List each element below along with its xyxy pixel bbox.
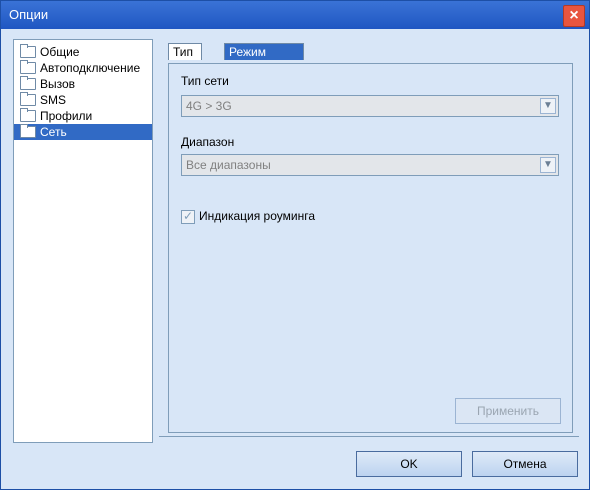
folder-icon [20,108,36,122]
divider [159,436,579,437]
sidebar-item-network[interactable]: Сеть [14,124,152,140]
range-select[interactable]: Все диапазоны ▼ [181,154,559,176]
titlebar: Опции × [1,1,589,29]
network-type-value: 4G > 3G [186,99,232,113]
range-label: Диапазон [181,135,235,149]
sidebar-item-label: Профили [40,109,93,123]
sidebar-tree: Общие Автоподключение Вызов SMS Профили … [13,39,153,443]
window-title: Опции [9,7,49,22]
options-dialog: Опции × Общие Автоподключение Вызов SMS [0,0,590,490]
chevron-down-icon[interactable]: ▼ [540,157,556,173]
sidebar-item-label: Общие [40,45,80,59]
network-type-select[interactable]: 4G > 3G ▼ [181,95,559,117]
sidebar-item-autoconnect[interactable]: Автоподключение [14,60,152,76]
sidebar-item-label: Вызов [40,77,76,91]
apply-button[interactable]: Применить [455,398,561,424]
cancel-button[interactable]: Отмена [472,451,578,477]
chevron-down-icon[interactable]: ▼ [540,98,556,114]
sidebar-item-general[interactable]: Общие [14,44,152,60]
dialog-client: Общие Автоподключение Вызов SMS Профили … [1,29,589,489]
range-value: Все диапазоны [186,158,271,172]
sidebar-item-label: Сеть [40,125,67,139]
sidebar-item-label: Автоподключение [40,61,141,75]
sidebar-item-label: SMS [40,93,67,107]
roaming-indication-checkbox[interactable] [181,209,195,224]
close-button[interactable]: × [563,5,585,27]
folder-icon [20,92,36,106]
ok-button[interactable]: OK [356,451,462,477]
network-type-label: Тип сети [181,74,229,88]
tab-network-type[interactable]: Тип сети [168,43,203,75]
tab-panel: Тип сети 4G > 3G ▼ Диапазон Все диапазон… [168,63,573,433]
sidebar-item-profiles[interactable]: Профили [14,108,152,124]
sidebar-item-sms[interactable]: SMS [14,92,152,108]
folder-icon [20,44,36,58]
sidebar-item-call[interactable]: Вызов [14,76,152,92]
roaming-indication-label: Индикация роуминга [199,209,315,223]
tab-registration-mode[interactable]: Режим регистрации [224,43,304,75]
folder-open-icon [20,124,36,138]
folder-icon [20,76,36,90]
folder-icon [20,60,36,74]
